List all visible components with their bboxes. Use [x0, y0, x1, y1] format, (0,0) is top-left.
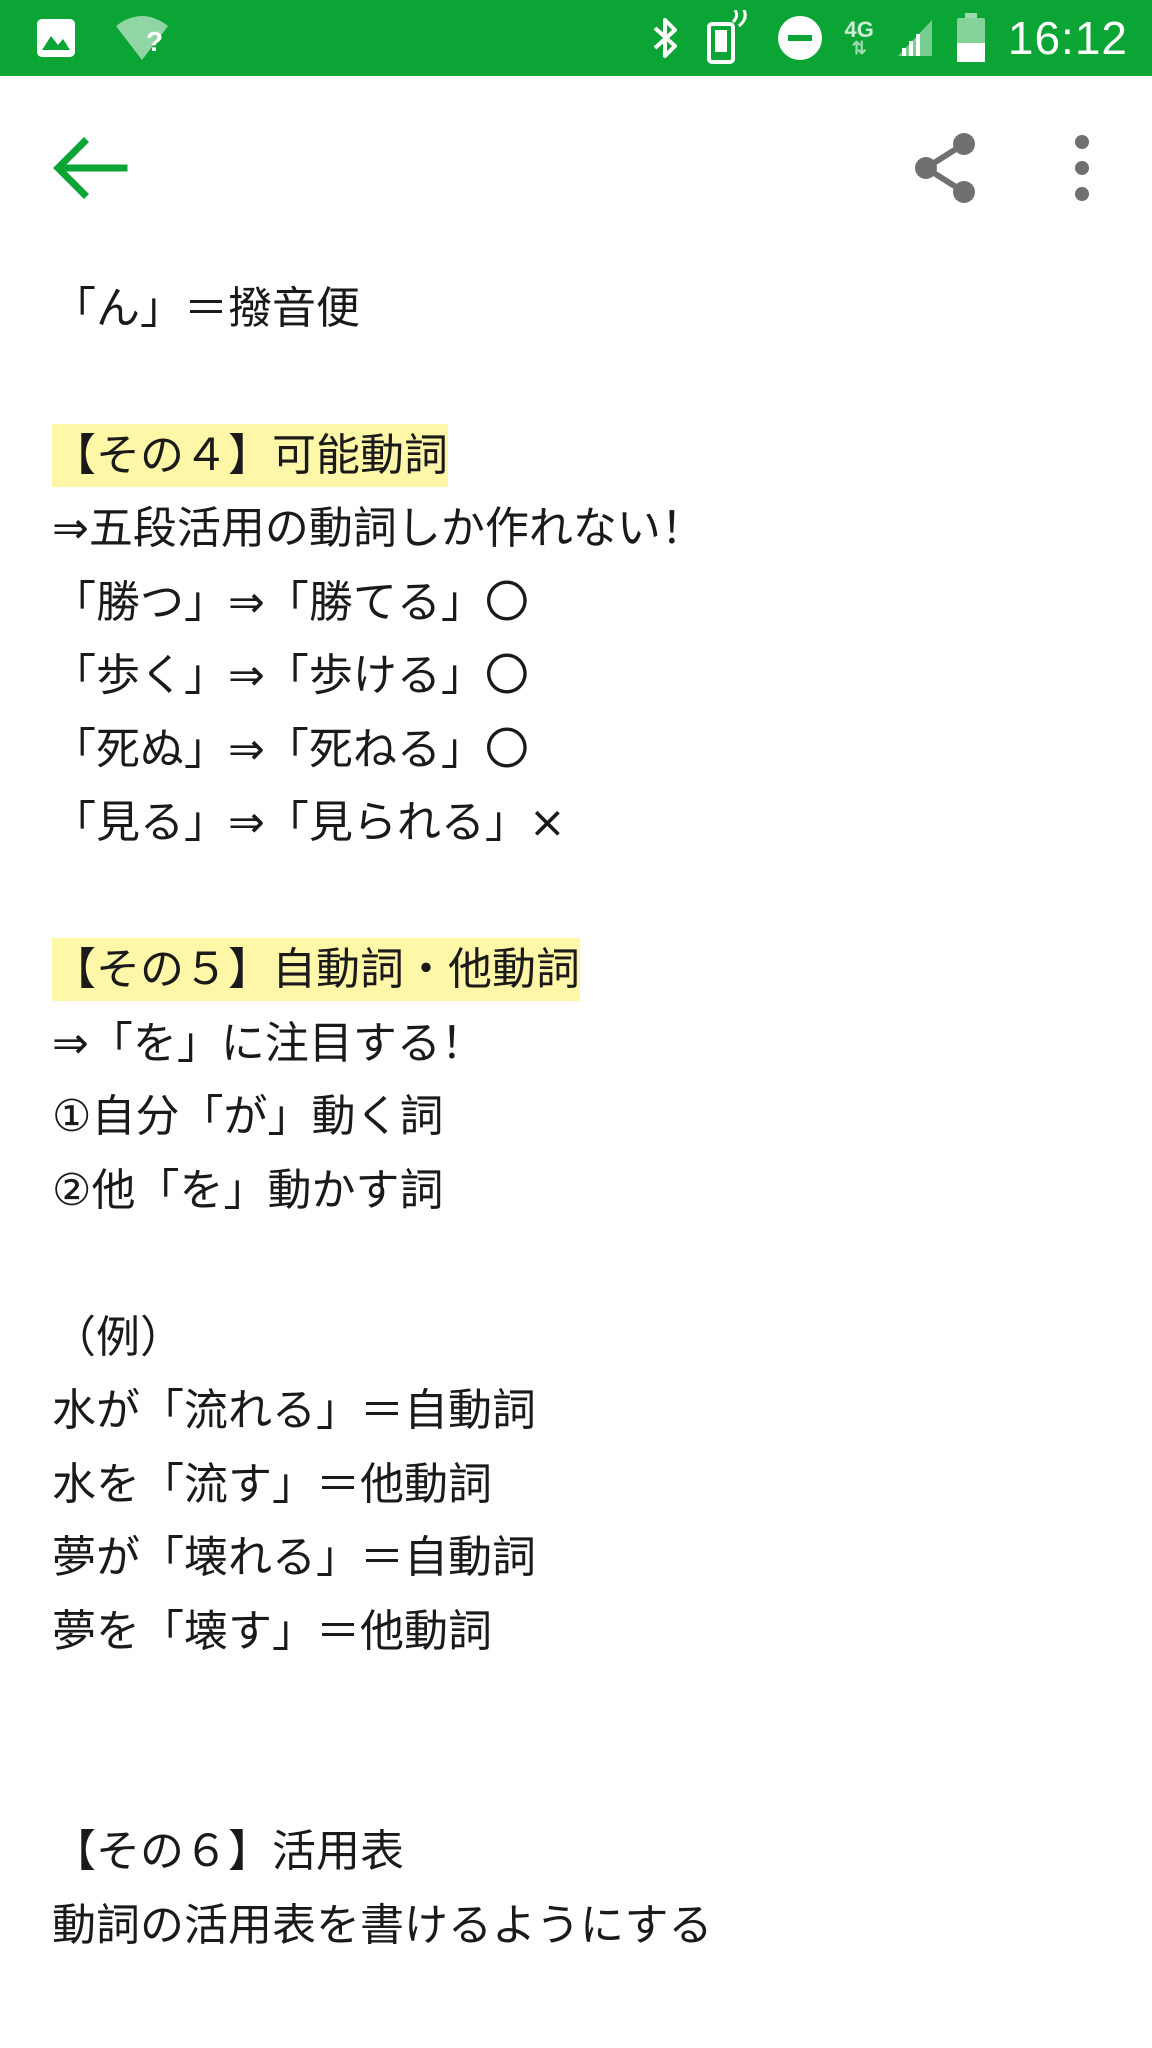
note-line: 動詞の活用表を書けるようにする: [52, 1899, 713, 1951]
signal-icon: [897, 20, 932, 56]
note-line: 夢が「壊れる」＝自動詞: [52, 1532, 536, 1583]
back-button[interactable]: [40, 128, 140, 208]
more-options-button[interactable]: [1050, 128, 1114, 208]
image-icon: [37, 19, 75, 57]
note-body: 「っ」＝促音便 「ん」＝撥音便 【その４】可能動詞 ⇒五段活用の動詞しか作れない…: [52, 256, 1112, 1962]
note-line: ①自分「が」動く詞: [52, 1091, 444, 1142]
note-line: 「見る」⇒「見られる」×: [52, 797, 566, 848]
wifi-unknown-icon: ?: [114, 14, 170, 62]
bluetooth-icon: [653, 18, 677, 58]
more-vert-icon: [1075, 135, 1089, 201]
note-line: 「歩く」⇒「歩ける」〇: [52, 650, 529, 701]
note-line: 水が「流れる」＝自動詞: [52, 1385, 536, 1436]
status-bar: ? 4G ⇅ 16:12: [0, 0, 1152, 76]
section-heading-text: 【その５】自動詞・他動詞: [52, 938, 580, 1001]
do-not-disturb-icon: [777, 16, 822, 60]
note-line: 夢を「壊す」＝他動詞: [52, 1605, 492, 1657]
share-icon: [915, 133, 975, 203]
note-content[interactable]: 「っ」＝促音便 「ん」＝撥音便 【その４】可能動詞 ⇒五段活用の動詞しか作れない…: [0, 256, 1152, 2048]
note-line: （例）: [52, 1311, 184, 1363]
note-line: 水を「流す」＝他動詞: [52, 1458, 492, 1510]
note-line: 「っ」＝促音便: [52, 256, 1112, 272]
status-right: 4G ⇅ 16:12: [651, 10, 1128, 66]
note-line: ⇒「を」に注目する！: [52, 1017, 485, 1069]
wifi-badge: ?: [146, 26, 164, 57]
section-heading: 【その４】可能動詞: [52, 419, 1112, 493]
note-line: 「ん」＝撥音便: [52, 282, 360, 334]
battery-icon: [956, 13, 985, 62]
network-4g-icon: 4G ⇅: [844, 17, 874, 58]
note-line: 「死ぬ」⇒「死ねる」〇: [52, 723, 529, 775]
app-toolbar: [0, 76, 1152, 256]
section-heading: 【その５】自動詞・他動詞: [52, 933, 1112, 1007]
section-heading-text: 【その４】可能動詞: [52, 423, 448, 487]
back-arrow-icon: [53, 137, 128, 199]
note-line: ②他「を」動かす詞: [52, 1164, 444, 1216]
phone-vibrate-icon: [706, 10, 747, 64]
section-heading: 【その６】活用表: [52, 1826, 404, 1877]
share-button[interactable]: [906, 128, 986, 208]
note-line: 「勝つ」⇒「勝てる」〇: [52, 576, 529, 628]
status-left: ?: [36, 14, 170, 62]
note-line: ⇒五段活用の動詞しか作れない！: [52, 503, 705, 554]
status-time: 16:12: [1007, 12, 1128, 64]
